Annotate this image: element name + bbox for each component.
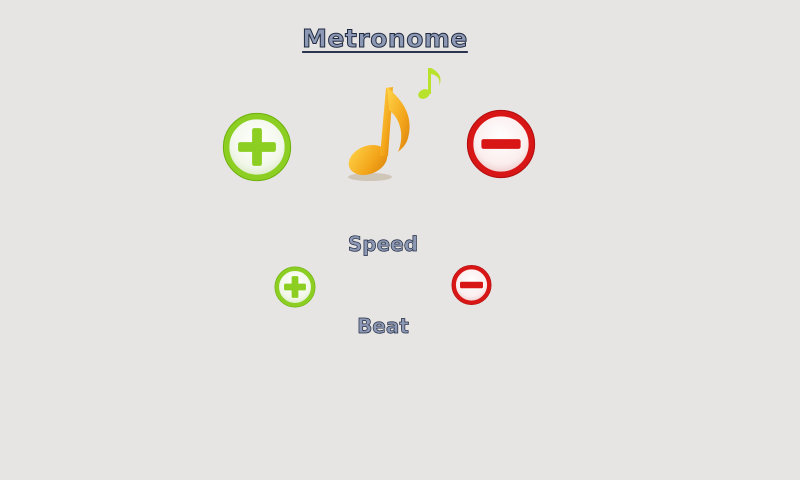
plus-icon (222, 112, 292, 182)
beat-label: Beat (357, 314, 410, 339)
minus-icon (451, 265, 492, 305)
music-note-icon (340, 60, 450, 185)
speed-decrease-button[interactable] (466, 107, 536, 181)
minus-icon (466, 109, 536, 179)
plus-icon (274, 266, 316, 308)
speed-label: Speed (347, 232, 419, 257)
speed-increase-button[interactable] (222, 110, 292, 184)
beat-decrease-button[interactable] (451, 264, 492, 306)
app-title: Metronome (302, 24, 468, 54)
beat-increase-button[interactable] (274, 265, 316, 309)
